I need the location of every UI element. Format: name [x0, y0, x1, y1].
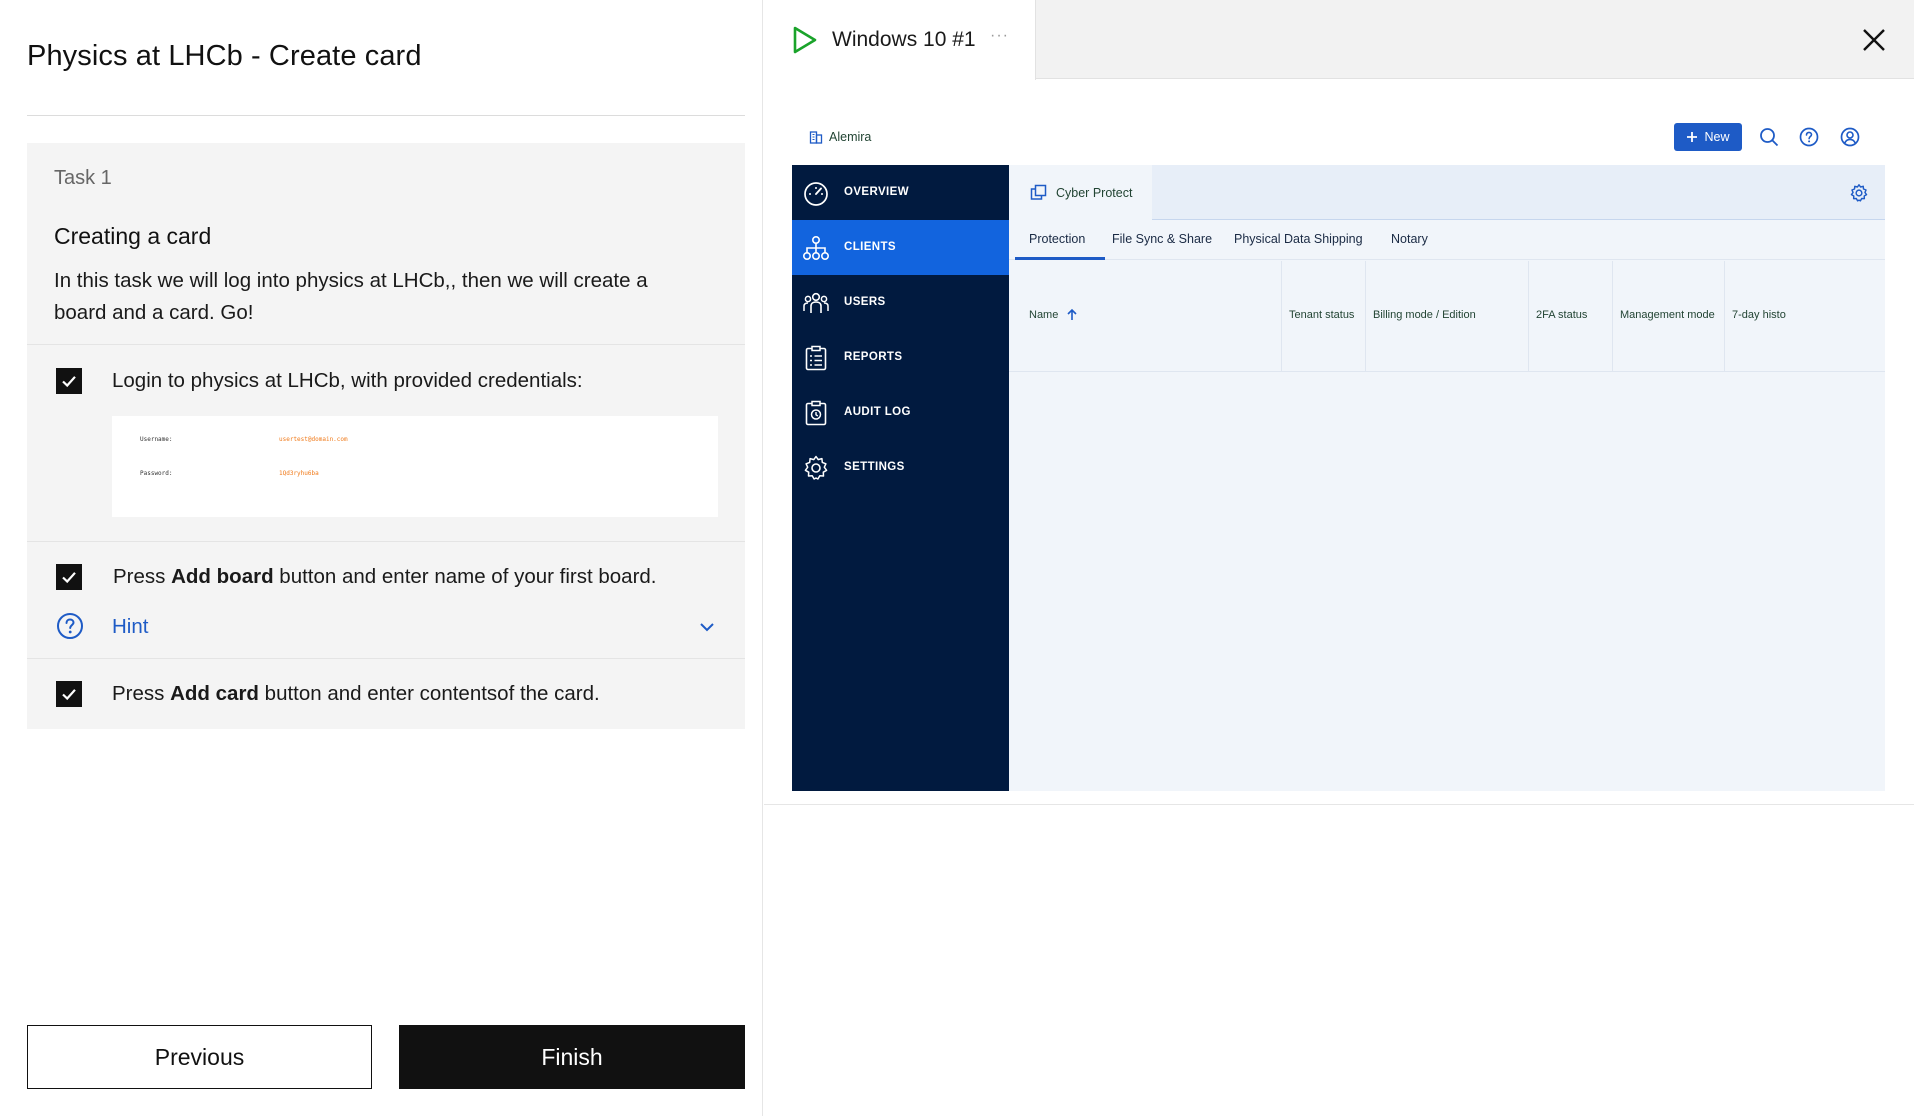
- nav-item-users[interactable]: USERS: [792, 275, 1009, 330]
- hint-toggle[interactable]: Hint: [56, 612, 716, 642]
- nav-label: OVERVIEW: [844, 186, 909, 198]
- checkmark-icon: [62, 376, 76, 388]
- subtabs: Protection File Sync & Share Physical Da…: [1009, 220, 1885, 260]
- tab-physical-data-shipping[interactable]: Physical Data Shipping: [1234, 232, 1363, 246]
- column-label: 7-day histo: [1732, 309, 1786, 321]
- building-icon: [809, 131, 823, 144]
- tab-protection[interactable]: Protection: [1029, 232, 1085, 246]
- previous-button[interactable]: Previous: [27, 1025, 372, 1089]
- chevron-down-icon[interactable]: [698, 618, 716, 636]
- gear-icon[interactable]: [1849, 183, 1869, 203]
- service-tab-cyber-protect[interactable]: Cyber Protect: [1009, 165, 1152, 221]
- hint-label[interactable]: Hint: [112, 615, 148, 639]
- step-add-card-checkbox[interactable]: [56, 681, 82, 707]
- column-tenant-status[interactable]: Tenant status: [1282, 261, 1366, 372]
- table-header: Name Tenant status Billing mode / Editio…: [1009, 261, 1885, 372]
- tab-file-sync-share[interactable]: File Sync & Share: [1112, 232, 1212, 246]
- active-tab-indicator: [1015, 257, 1105, 260]
- step-login-text: Login to physics at LHCb, with provided …: [112, 369, 583, 392]
- vm-panel: Windows 10 #1 ··· Alemira New OVERVIEW C…: [764, 0, 1914, 1116]
- arrow-up-icon[interactable]: [1066, 308, 1078, 321]
- column-label: Management mode: [1620, 309, 1715, 321]
- help-icon[interactable]: [1798, 126, 1820, 148]
- org-name[interactable]: Alemira: [829, 130, 871, 144]
- nav-item-settings[interactable]: SETTINGS: [792, 440, 1009, 495]
- step-login: Login to physics at LHCb, with provided …: [27, 344, 745, 541]
- title-divider: [27, 115, 745, 116]
- step-add-board-text: Press Add board button and enter name of…: [113, 565, 657, 588]
- column-7-day-history[interactable]: 7-day histo: [1725, 261, 1885, 372]
- audit-log-icon: [805, 400, 827, 426]
- step-add-card: Press Add card button and enter contents…: [27, 658, 745, 729]
- column-label: Tenant status: [1289, 309, 1355, 321]
- password-label: Password:: [140, 470, 173, 477]
- nav-label: AUDIT LOG: [844, 406, 911, 418]
- username-label: Username:: [140, 436, 173, 443]
- new-button[interactable]: New: [1674, 123, 1742, 151]
- user-account-icon[interactable]: [1839, 126, 1861, 148]
- task-description: In this task we will log into physics at…: [54, 269, 648, 324]
- username-value[interactable]: usertest@domain.com: [279, 436, 348, 443]
- task-heading: Creating a card: [54, 223, 212, 249]
- org-tree-icon: [802, 235, 829, 260]
- vm-tab-strip: Windows 10 #1 ···: [764, 0, 1914, 80]
- credentials-box: Username: usertest@domain.com Password: …: [112, 416, 718, 517]
- close-icon[interactable]: [1860, 26, 1888, 54]
- app-sidebar: OVERVIEW CLIENTS USERS REPORTS AUDIT LOG…: [792, 165, 1009, 791]
- finish-button[interactable]: Finish: [399, 1025, 745, 1089]
- clipboard-icon: [805, 345, 827, 371]
- task-number: Task 1: [54, 167, 112, 189]
- step-add-board: Press Add board button and enter name of…: [27, 541, 745, 658]
- step-login-checkbox[interactable]: [56, 368, 82, 394]
- app-topbar: Alemira New: [792, 115, 1885, 165]
- nav-item-clients[interactable]: CLIENTS: [792, 220, 1009, 275]
- password-value[interactable]: 1Qd3ryhu6ba: [279, 470, 319, 477]
- step-add-card-text: Press Add card button and enter contents…: [112, 682, 600, 705]
- help-circle-icon: [57, 613, 83, 639]
- app-main: Cyber Protect Protection File Sync & Sha…: [1009, 165, 1885, 791]
- new-button-label: New: [1704, 130, 1730, 144]
- gear-icon: [804, 455, 828, 480]
- nav-item-overview[interactable]: OVERVIEW: [792, 165, 1009, 220]
- column-label: Name: [1029, 309, 1059, 321]
- vm-tab-title: Windows 10 #1: [832, 28, 976, 51]
- vm-screen[interactable]: Alemira New OVERVIEW CLIENTS USERS REPOR…: [792, 115, 1885, 791]
- nav-label: USERS: [844, 296, 886, 308]
- step-add-board-checkbox[interactable]: [56, 564, 82, 590]
- vm-viewer-divider: [764, 804, 1914, 805]
- column-label: Billing mode / Edition: [1373, 309, 1476, 321]
- nav-label: REPORTS: [844, 351, 903, 363]
- nav-label: SETTINGS: [844, 461, 905, 473]
- service-tab-label: Cyber Protect: [1056, 186, 1133, 200]
- column-name[interactable]: Name: [1009, 261, 1282, 372]
- vm-tab[interactable]: Windows 10 #1 ···: [764, 0, 1036, 80]
- search-icon[interactable]: [1758, 126, 1780, 148]
- more-options-icon[interactable]: ···: [990, 27, 1009, 45]
- users-icon: [803, 292, 829, 313]
- service-bar: Cyber Protect: [1009, 165, 1885, 221]
- task-panel: Physics at LHCb - Create card Task 1 Cre…: [0, 0, 763, 1116]
- checkmark-icon: [62, 689, 76, 701]
- nav-item-audit-log[interactable]: AUDIT LOG: [792, 385, 1009, 440]
- column-billing-mode[interactable]: Billing mode / Edition: [1366, 261, 1529, 372]
- task-card: Task 1 Creating a card In this task we w…: [27, 143, 745, 729]
- page-title: Physics at LHCb - Create card: [27, 40, 422, 72]
- column-management-mode[interactable]: Management mode: [1613, 261, 1725, 372]
- gauge-icon: [804, 182, 828, 206]
- nav-label: CLIENTS: [844, 241, 896, 253]
- tab-notary[interactable]: Notary: [1391, 232, 1428, 246]
- copy-icon: [1030, 184, 1047, 200]
- play-icon: [793, 26, 817, 54]
- nav-item-reports[interactable]: REPORTS: [792, 330, 1009, 385]
- plus-icon: [1687, 132, 1698, 142]
- column-label: 2FA status: [1536, 309, 1588, 321]
- checkmark-icon: [62, 572, 76, 584]
- column-2fa-status[interactable]: 2FA status: [1529, 261, 1613, 372]
